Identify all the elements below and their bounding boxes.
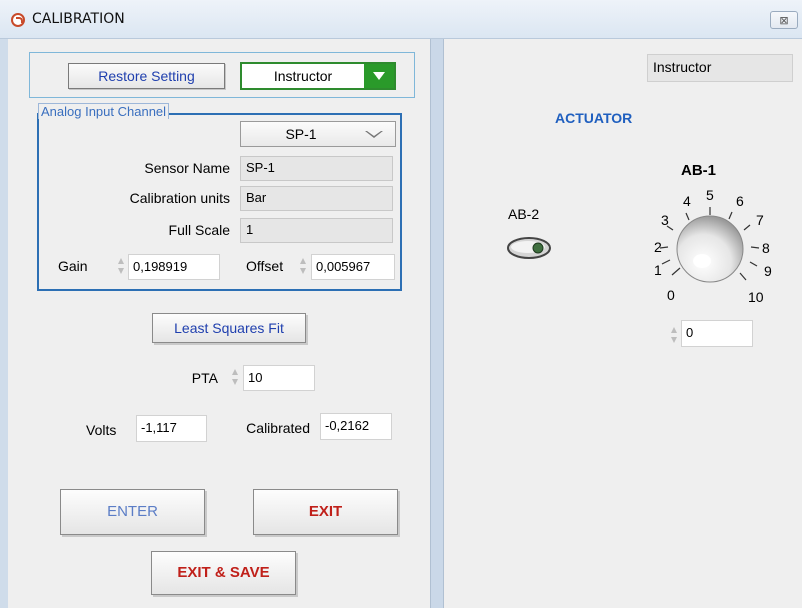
panel-divider[interactable] xyxy=(430,39,444,608)
full-scale-field: 1 xyxy=(240,218,393,243)
knob-tick-2: 2 xyxy=(654,239,662,255)
knob-tick-10: 10 xyxy=(748,289,764,305)
toggle-switch-icon xyxy=(507,237,551,259)
knob-tick-0: 0 xyxy=(667,287,675,303)
restore-setting-button[interactable]: Restore Setting xyxy=(68,63,225,89)
ab2-label: AB-2 xyxy=(508,206,540,222)
volts-field: -1,117 xyxy=(136,415,207,442)
pta-label: PTA xyxy=(191,370,218,386)
sensor-name-label: Sensor Name xyxy=(144,160,230,176)
ab2-toggle[interactable] xyxy=(506,236,552,260)
gain-label: Gain xyxy=(58,258,88,274)
pta-field[interactable]: 10 xyxy=(243,365,315,391)
exit-save-button[interactable]: EXIT & SAVE xyxy=(151,551,296,595)
dropdown-arrow-icon[interactable] xyxy=(364,64,394,88)
knob-tick-4: 4 xyxy=(683,193,691,209)
knob-tick-9: 9 xyxy=(764,263,772,279)
calibration-units-field: Bar xyxy=(240,186,393,211)
gain-field[interactable]: 0,198919 xyxy=(128,254,220,280)
knob-tick-7: 7 xyxy=(756,212,764,228)
calibrated-label: Calibrated xyxy=(246,420,310,436)
calibration-window: CALIBRATION ⊠ Restore Setting Instructor… xyxy=(0,0,802,608)
title-bar: CALIBRATION ⊠ xyxy=(0,0,802,39)
actuator-title: ACTUATOR xyxy=(555,110,633,126)
knob-value-spinner-icon[interactable] xyxy=(670,325,679,345)
knob-tick-1: 1 xyxy=(654,262,662,278)
offset-spinner-icon[interactable] xyxy=(299,256,308,276)
analog-input-group-label: Analog Input Channel xyxy=(38,103,170,119)
pta-spinner-icon[interactable] xyxy=(231,367,240,387)
sensor-name-field: SP-1 xyxy=(240,156,393,181)
full-scale-label: Full Scale xyxy=(168,222,230,238)
knob-value-field[interactable]: 0 xyxy=(681,320,753,347)
user-select[interactable]: Instructor xyxy=(240,62,396,90)
offset-label: Offset xyxy=(246,258,284,274)
calibrated-field: -0,2162 xyxy=(320,413,392,440)
chevron-down-icon xyxy=(365,131,383,138)
gain-spinner-icon[interactable] xyxy=(117,256,126,276)
user-indicator: Instructor xyxy=(647,54,793,82)
enter-button[interactable]: ENTER xyxy=(60,489,205,535)
knob-tick-6: 6 xyxy=(736,193,744,209)
least-squares-fit-button[interactable]: Least Squares Fit xyxy=(152,313,306,343)
knob-tick-5: 5 xyxy=(706,187,714,203)
knob-tick-3: 3 xyxy=(661,212,669,228)
volts-label: Volts xyxy=(86,422,117,438)
calibration-units-label: Calibration units xyxy=(129,190,230,206)
exit-button[interactable]: EXIT xyxy=(253,489,398,535)
channel-select-value: SP-1 xyxy=(285,126,317,142)
ab1-label: AB-1 xyxy=(681,162,717,179)
window-title: CALIBRATION xyxy=(32,11,125,27)
close-icon: ⊠ xyxy=(779,14,789,27)
user-select-value: Instructor xyxy=(273,68,333,84)
channel-select[interactable]: SP-1 xyxy=(240,121,396,147)
knob-tick-8: 8 xyxy=(762,240,770,256)
offset-field[interactable]: 0,005967 xyxy=(311,254,395,280)
app-icon xyxy=(11,13,25,27)
close-button[interactable]: ⊠ xyxy=(770,11,798,29)
